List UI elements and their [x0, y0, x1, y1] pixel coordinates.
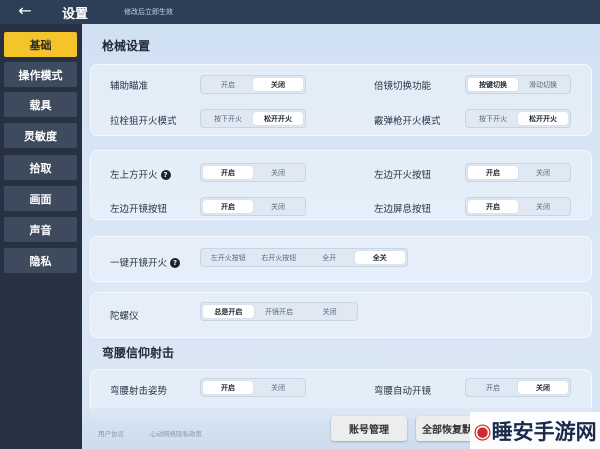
- left-scope-btn-toggle: 开启 关闭: [200, 197, 306, 216]
- bolt-sniper-option-release[interactable]: 松开开火: [253, 112, 303, 125]
- section-title-crouch-fire: 弯腰信仰射击: [102, 346, 175, 360]
- bolt-sniper-toggle: 按下开火 松开开火: [200, 109, 306, 128]
- top-left-fire-toggle: 开启 关闭: [200, 163, 306, 182]
- sidebar: 基础 操作模式 载具 灵敏度 拾取 画面 声音 隐私: [0, 24, 82, 449]
- arrow-left-icon: ←: [18, 1, 32, 20]
- left-fire-btn-option-off[interactable]: 关闭: [518, 166, 568, 179]
- row-label-left-scope-btn: 左边开镜按钮: [110, 204, 168, 215]
- sidebar-item-sound[interactable]: 声音: [4, 217, 77, 242]
- one-key-scope-option-right[interactable]: 右开火按钮: [254, 251, 305, 264]
- aim-assist-toggle: 开启 关闭: [200, 75, 306, 94]
- sidebar-item-control-mode[interactable]: 操作模式: [4, 62, 77, 87]
- row-label-bolt-sniper: 拉栓狙开火模式: [110, 116, 177, 127]
- row-label-aim-assist: 辅助瞄准: [110, 81, 149, 92]
- gyroscope-option-always[interactable]: 总是开启: [203, 305, 254, 318]
- left-breath-btn-option-off[interactable]: 关闭: [518, 200, 568, 213]
- shotgun-toggle: 按下开火 松开开火: [465, 109, 571, 128]
- sidebar-item-privacy[interactable]: 隐私: [4, 248, 77, 273]
- sidebar-item-vehicle[interactable]: 载具: [4, 92, 77, 117]
- left-fire-btn-option-on[interactable]: 开启: [468, 166, 518, 179]
- bolt-sniper-option-press[interactable]: 按下开火: [203, 112, 253, 125]
- sidebar-item-sensitivity[interactable]: 灵敏度: [4, 123, 77, 148]
- scope-switch-toggle: 按键切换 滑动切换: [465, 75, 571, 94]
- scope-switch-option-key[interactable]: 按键切换: [468, 78, 518, 91]
- left-breath-btn-option-on[interactable]: 开启: [468, 200, 518, 213]
- page-title: 设置: [62, 7, 89, 22]
- crouch-posture-toggle: 开启 关闭: [200, 378, 306, 397]
- row-label-one-key-scope: 一键开镜开火?: [110, 255, 181, 269]
- row-label-top-left-fire: 左上方开火?: [110, 167, 171, 181]
- scope-switch-option-swipe[interactable]: 滑动切换: [518, 78, 568, 91]
- top-bar: [0, 0, 600, 24]
- shotgun-option-press[interactable]: 按下开火: [468, 112, 518, 125]
- sidebar-item-basic[interactable]: 基础: [4, 32, 77, 57]
- left-fire-btn-toggle: 开启 关闭: [465, 163, 571, 182]
- row-label-gyroscope: 陀螺仪: [110, 311, 139, 322]
- crouch-posture-option-on[interactable]: 开启: [203, 381, 253, 394]
- row-label-left-fire-btn: 左边开火按钮: [374, 170, 432, 181]
- privacy-policy-link[interactable]: 心动网络隐私政策: [150, 428, 202, 438]
- left-breath-btn-toggle: 开启 关闭: [465, 197, 571, 216]
- gyroscope-option-scope[interactable]: 开镜开启: [254, 305, 305, 318]
- row-label-shotgun: 霰弹枪开火模式: [374, 116, 441, 127]
- top-left-fire-option-on[interactable]: 开启: [203, 166, 253, 179]
- crouch-auto-scope-toggle: 开启 关闭: [465, 378, 571, 397]
- row-label-left-breath-btn: 左边屏息按钮: [374, 204, 432, 215]
- aim-assist-option-on[interactable]: 开启: [203, 78, 253, 91]
- question-circle-icon[interactable]: ?: [170, 258, 181, 268]
- row-label-crouch-posture: 弯腰射击姿势: [110, 386, 168, 397]
- gyroscope-option-off[interactable]: 关闭: [304, 305, 355, 318]
- left-scope-btn-option-on[interactable]: 开启: [203, 200, 253, 213]
- account-manage-button[interactable]: 账号管理: [331, 416, 407, 441]
- settings-content: 枪械设置 辅助瞄准 开启 关闭 倍镜切换功能 按键切换 滑动切换 拉栓狙开火模式…: [82, 24, 600, 449]
- section-title-gun-settings: 枪械设置: [102, 39, 151, 53]
- sidebar-item-graphics[interactable]: 画面: [4, 186, 77, 211]
- crouch-auto-scope-option-off[interactable]: 关闭: [518, 381, 568, 394]
- crouch-auto-scope-option-on[interactable]: 开启: [468, 381, 518, 394]
- question-circle-icon[interactable]: ?: [160, 170, 171, 180]
- watermark: ◉ 睡安手游网: [470, 412, 600, 449]
- user-agreement-link[interactable]: 用户协议: [98, 428, 124, 438]
- sidebar-item-pickup[interactable]: 拾取: [4, 155, 77, 180]
- gyroscope-toggle: 总是开启 开镜开启 关闭: [200, 302, 358, 321]
- shotgun-option-release[interactable]: 松开开火: [518, 112, 568, 125]
- aim-assist-option-off[interactable]: 关闭: [253, 78, 303, 91]
- row-label-scope-switch: 倍镜切换功能: [374, 81, 432, 92]
- page-note: 修改后立即生效: [124, 8, 173, 16]
- watermark-logo-icon: ◉: [473, 418, 492, 443]
- left-scope-btn-option-off[interactable]: 关闭: [253, 200, 303, 213]
- top-left-fire-option-off[interactable]: 关闭: [253, 166, 303, 179]
- one-key-scope-option-left[interactable]: 左开火按钮: [203, 251, 254, 264]
- one-key-scope-option-all-on[interactable]: 全开: [304, 251, 355, 264]
- crouch-posture-option-off[interactable]: 关闭: [253, 381, 303, 394]
- one-key-scope-toggle: 左开火按钮 右开火按钮 全开 全关: [200, 248, 408, 267]
- one-key-scope-option-all-off[interactable]: 全关: [354, 251, 405, 264]
- row-label-crouch-auto-scope: 弯腰自动开镜: [374, 386, 432, 397]
